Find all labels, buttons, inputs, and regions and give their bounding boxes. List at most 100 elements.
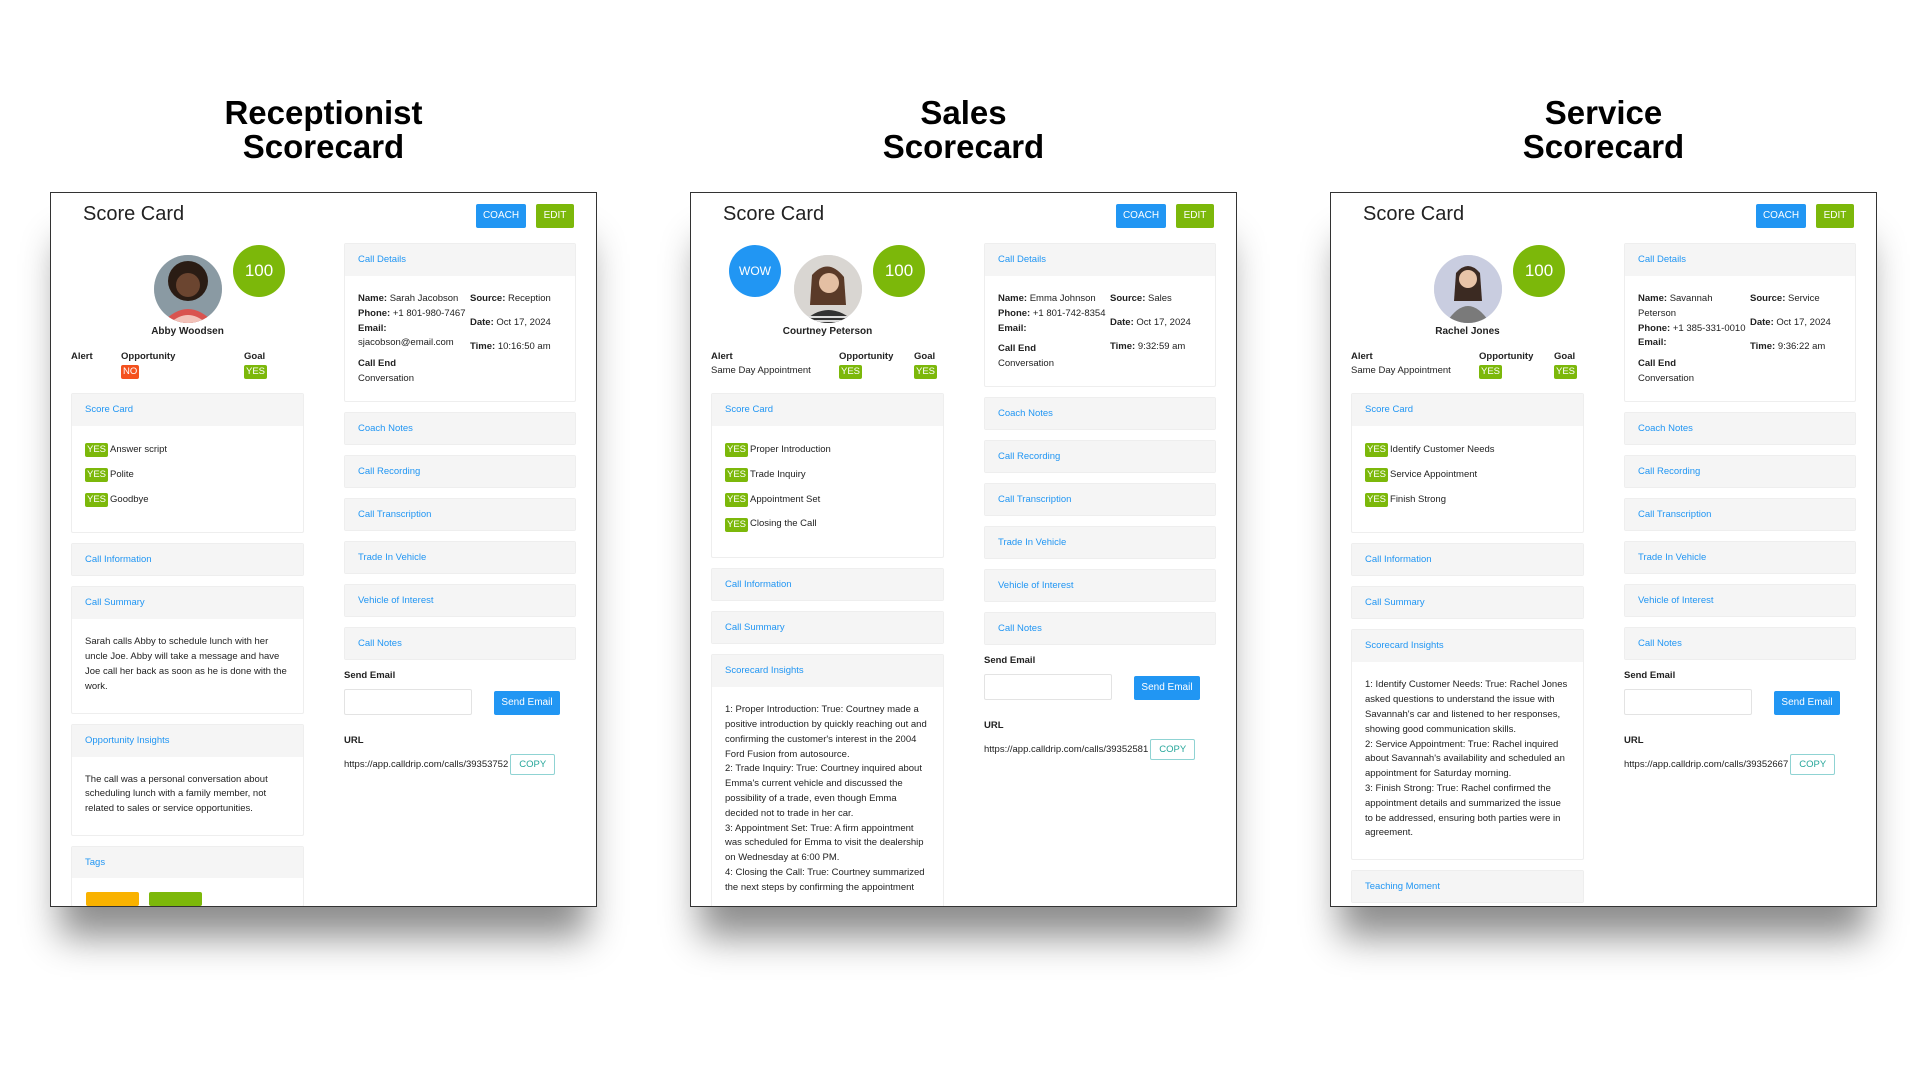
coach-button[interactable]: COACH xyxy=(1116,204,1166,228)
send-email-button[interactable]: Send Email xyxy=(1134,675,1200,700)
panel-coach-notes: Coach Notes xyxy=(984,396,1216,430)
panel-header-scorecard-insights[interactable]: Scorecard Insights xyxy=(712,655,943,688)
scorecard-item: YES Service Appointment xyxy=(1365,468,1570,483)
url-row: https://app.calldrip.com/calls/39353752 … xyxy=(344,753,576,775)
right-column: Call Details Name: Sarah Jacobson Phone:… xyxy=(344,243,576,775)
panel-opportunity-insights: Opportunity Insights The call was a pers… xyxy=(71,723,304,836)
scorecard-panel-header[interactable]: Score Card xyxy=(712,394,943,426)
edit-button[interactable]: EDIT xyxy=(1816,204,1854,228)
time-value: 10:16:50 am xyxy=(497,340,551,352)
tag-chip-green[interactable] xyxy=(149,891,202,906)
call-url: https://app.calldrip.com/calls/39352581 xyxy=(984,743,1149,755)
scorecard-heading: Service Scorecard xyxy=(1330,96,1877,164)
scorecard-item-status: YES xyxy=(1365,443,1389,458)
score-card-window: Score Card COACH EDIT 100 Abby Woodsen A… xyxy=(50,192,597,907)
score-badge: 100 xyxy=(1513,245,1565,297)
scorecard-item-label: Service Appointment xyxy=(1390,468,1478,480)
scorecard-item-label: Goodbye xyxy=(110,493,149,505)
panel-call-information: Call Information xyxy=(711,568,944,602)
panel-header-call-recording[interactable]: Call Recording xyxy=(985,440,1215,472)
caller-phone-row: Phone: +1 385-331-0010 xyxy=(1638,322,1750,337)
caller-email-row: Email: sjacobson@email.com xyxy=(358,322,470,352)
panel-header-call-notes[interactable]: Call Notes xyxy=(345,627,575,659)
scorecard-panel-header[interactable]: Score Card xyxy=(72,394,303,426)
panel-header-call-transcription[interactable]: Call Transcription xyxy=(985,483,1215,515)
panel-header-vehicle-of-interest[interactable]: Vehicle of Interest xyxy=(985,569,1215,601)
send-email-button[interactable]: Send Email xyxy=(494,690,560,715)
email-input[interactable] xyxy=(984,673,1112,700)
caller-phone: +1 801-980-7467 xyxy=(392,307,466,319)
panel-header-vehicle-of-interest[interactable]: Vehicle of Interest xyxy=(345,584,575,616)
coach-button[interactable]: COACH xyxy=(476,204,526,228)
panel-header-trade-in-vehicle[interactable]: Trade In Vehicle xyxy=(985,526,1215,558)
scorecard-item: YES Polite xyxy=(85,468,290,483)
panel-header-call-notes[interactable]: Call Notes xyxy=(1625,627,1855,659)
coach-button[interactable]: COACH xyxy=(1756,204,1806,228)
panel-call-notes: Call Notes xyxy=(344,626,576,660)
heading-line-2: Scorecard xyxy=(1522,128,1685,165)
panel-header-call-notes[interactable]: Call Notes xyxy=(985,612,1215,644)
panel-coach-notes: Coach Notes xyxy=(1624,411,1856,445)
panel-trade-in-vehicle: Trade In Vehicle xyxy=(984,525,1216,559)
scorecard-item-label: Polite xyxy=(110,468,134,480)
scorecard-item: YES Identify Customer Needs xyxy=(1365,443,1570,458)
scorecard-panel: Score Card YES Identify Customer Needs Y… xyxy=(1351,393,1584,534)
panel-header-call-recording[interactable]: Call Recording xyxy=(1625,455,1855,487)
left-column: WOW 100 Courtney Peterson Alert Same Day… xyxy=(711,239,944,906)
send-email-label: Send Email xyxy=(984,654,1036,666)
panel-header-call-summary[interactable]: Call Summary xyxy=(1352,587,1583,619)
call-details-header[interactable]: Call Details xyxy=(345,244,575,276)
panel-header-call-information[interactable]: Call Information xyxy=(712,569,943,601)
scorecard-item-label: Appointment Set xyxy=(750,493,821,505)
copy-url-button[interactable]: COPY xyxy=(1150,738,1196,760)
caller-name-row: Name: Savannah Peterson xyxy=(1638,292,1750,322)
panel-header-coach-notes[interactable]: Coach Notes xyxy=(345,412,575,444)
email-input[interactable] xyxy=(1624,688,1752,715)
name-label: Name: xyxy=(998,293,1028,304)
goal-badge: YES xyxy=(244,365,268,379)
panel-header-coach-notes[interactable]: Coach Notes xyxy=(985,397,1215,429)
call-details-header[interactable]: Call Details xyxy=(985,244,1215,276)
panel-header-trade-in-vehicle[interactable]: Trade In Vehicle xyxy=(1625,541,1855,573)
call-details-header[interactable]: Call Details xyxy=(1625,244,1855,276)
scorecard-item: YES Goodbye xyxy=(85,492,290,508)
panel-header-teaching-moment[interactable]: Teaching Moment xyxy=(1352,871,1583,903)
panel-header-call-summary[interactable]: Call Summary xyxy=(712,612,943,644)
panel-header-coach-notes[interactable]: Coach Notes xyxy=(1625,412,1855,444)
time-row: Time: 9:32:59 am xyxy=(1110,340,1202,355)
panel-header-tags[interactable]: Tags xyxy=(72,846,303,878)
call-end-row: Call End Conversation xyxy=(1638,357,1750,387)
panel-header-call-transcription[interactable]: Call Transcription xyxy=(345,498,575,530)
panel-header-call-recording[interactable]: Call Recording xyxy=(345,455,575,487)
copy-url-button[interactable]: COPY xyxy=(510,753,556,775)
scorecard-item: YES Trade Inquiry xyxy=(725,468,930,483)
scorecard-panel-header[interactable]: Score Card xyxy=(1352,394,1583,426)
panel-header-call-summary[interactable]: Call Summary xyxy=(72,587,303,620)
scorecard-panel: Score Card YES Proper Introduction YES T… xyxy=(711,393,944,559)
panel-header-trade-in-vehicle[interactable]: Trade In Vehicle xyxy=(345,541,575,573)
send-email-button[interactable]: Send Email xyxy=(1774,690,1840,715)
opportunity-label: Opportunity xyxy=(1479,351,1534,362)
panel-header-call-information[interactable]: Call Information xyxy=(1352,544,1583,576)
panel-call-transcription: Call Transcription xyxy=(1624,497,1856,531)
call-end-label: Call End xyxy=(998,343,1037,355)
tag-chip-orange[interactable] xyxy=(86,891,139,906)
goal-badge: YES xyxy=(914,365,938,379)
source-row: Source: Sales xyxy=(1110,292,1202,307)
url-row: https://app.calldrip.com/calls/39352667 … xyxy=(1624,753,1856,775)
panel-header-opportunity-insights[interactable]: Opportunity Insights xyxy=(72,724,303,757)
agent-profile: WOW 100 Courtney Peterson xyxy=(711,239,944,339)
panel-header-vehicle-of-interest[interactable]: Vehicle of Interest xyxy=(1625,584,1855,616)
source-value: Service xyxy=(1788,293,1820,304)
scorecard-item: YES Proper Introduction xyxy=(725,443,930,458)
copy-url-button[interactable]: COPY xyxy=(1790,753,1836,775)
caller-email-row: Email: xyxy=(998,322,1110,337)
panel-header-call-transcription[interactable]: Call Transcription xyxy=(1625,498,1855,530)
edit-button[interactable]: EDIT xyxy=(1176,204,1214,228)
date-value: Oct 17, 2024 xyxy=(496,316,551,328)
email-input[interactable] xyxy=(344,688,472,715)
panel-header-scorecard-insights[interactable]: Scorecard Insights xyxy=(1352,630,1583,663)
edit-button[interactable]: EDIT xyxy=(536,204,574,228)
panel-header-call-information[interactable]: Call Information xyxy=(72,544,303,576)
opportunity-label: Opportunity xyxy=(121,351,176,362)
